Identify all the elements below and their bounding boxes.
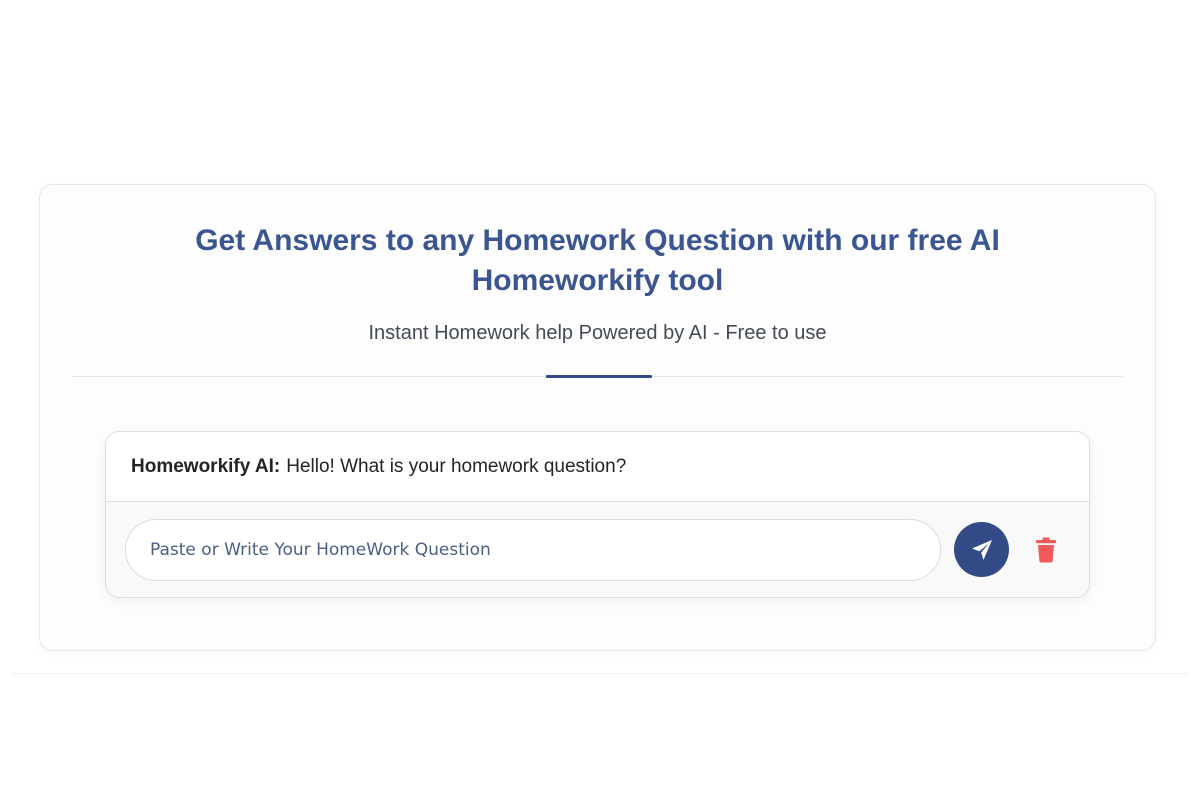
chat-box: Homeworkify AI: Hello! What is your home… bbox=[105, 431, 1090, 598]
page-title: Get Answers to any Homework Question wit… bbox=[40, 221, 1155, 301]
question-input[interactable] bbox=[125, 519, 941, 581]
clear-button[interactable] bbox=[1031, 535, 1061, 565]
paper-plane-icon bbox=[971, 539, 992, 560]
trash-icon bbox=[1036, 537, 1056, 563]
send-button[interactable] bbox=[954, 522, 1009, 577]
chat-message: Homeworkify AI: Hello! What is your home… bbox=[106, 432, 1089, 502]
page-subtitle: Instant Homework help Powered by AI - Fr… bbox=[368, 322, 827, 344]
chat-input-row bbox=[106, 502, 1089, 597]
divider-accent bbox=[546, 375, 652, 378]
page-title-line-1: Get Answers to any Homework Question wit… bbox=[195, 224, 1000, 257]
footer-divider bbox=[12, 673, 1188, 674]
page-title-line-2: Homeworkify tool bbox=[471, 264, 724, 297]
chat-message-sender: Homeworkify AI: bbox=[131, 455, 281, 477]
chat-message-text: Hello! What is your homework question? bbox=[286, 455, 627, 477]
homework-card: Get Answers to any Homework Question wit… bbox=[39, 184, 1156, 651]
